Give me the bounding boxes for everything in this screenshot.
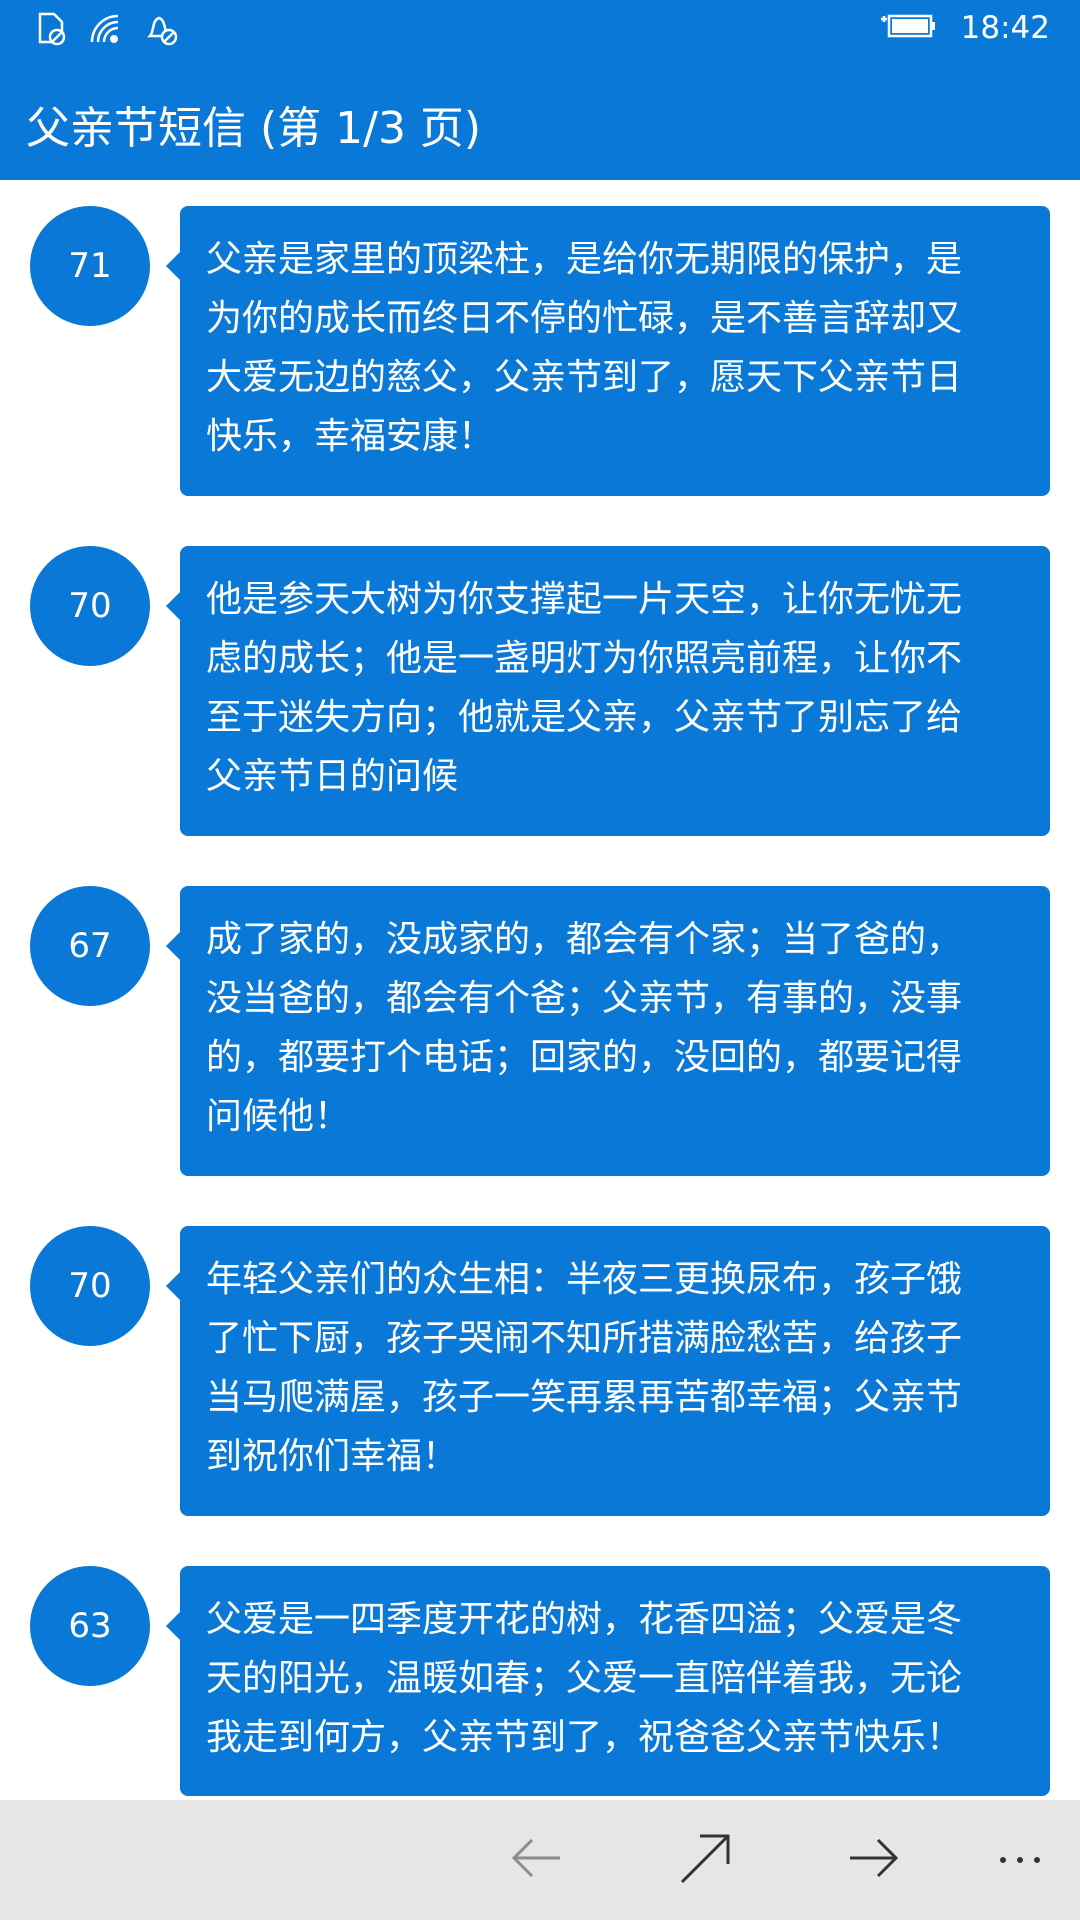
message-list[interactable]: 71 父亲是家里的顶梁柱，是给你无期限的保护，是为你的成长而终日不停的忙碌，是不…	[0, 180, 1080, 1800]
list-item[interactable]: 67 成了家的，没成家的，都会有个家；当了爸的，没当爸的，都会有个爸；父亲节，有…	[0, 860, 1080, 1176]
forward-button[interactable]	[834, 1820, 914, 1900]
message-text: 父亲是家里的顶梁柱，是给你无期限的保护，是为你的成长而终日不停的忙碌，是不善言辞…	[206, 239, 963, 457]
message-text: 他是参天大树为你支撑起一片天空，让你无忧无虑的成长；他是一盏明灯为你照亮前程，让…	[206, 579, 963, 797]
message-bubble[interactable]: 父亲是家里的顶梁柱，是给你无期限的保护，是为你的成长而终日不停的忙碌，是不善言辞…	[166, 206, 1050, 496]
status-time: 18:42	[960, 10, 1050, 46]
forward-arrow-icon	[846, 1830, 902, 1890]
status-icons-right: 18:42	[879, 10, 1050, 46]
list-item[interactable]: 70 年轻父亲们的众生相：半夜三更换尿布，孩子饿了忙下厨，孩子哭闹不知所措满脸愁…	[0, 1200, 1080, 1516]
more-icon	[995, 1848, 1045, 1872]
count-badge: 71	[30, 206, 150, 326]
list-item[interactable]: 71 父亲是家里的顶梁柱，是给你无期限的保护，是为你的成长而终日不停的忙碌，是不…	[0, 180, 1080, 496]
status-icons-left	[36, 12, 180, 50]
app-bar	[0, 1800, 1080, 1920]
message-bubble[interactable]: 他是参天大树为你支撑起一片天空，让你无忧无虑的成长；他是一盏明灯为你照亮前程，让…	[166, 546, 1050, 836]
count-badge: 63	[30, 1566, 150, 1686]
notification-icon	[144, 12, 180, 50]
back-arrow-icon	[508, 1830, 564, 1890]
message-bubble[interactable]: 父爱是一四季度开花的树，花香四溢；父爱是冬天的阳光，温暖如春；父爱一直陪伴着我，…	[166, 1566, 1050, 1796]
list-item[interactable]: 70 他是参天大树为你支撑起一片天空，让你无忧无虑的成长；他是一盏明灯为你照亮前…	[0, 520, 1080, 836]
wifi-icon	[88, 12, 124, 50]
message-text: 年轻父亲们的众生相：半夜三更换尿布，孩子饿了忙下厨，孩子哭闹不知所措满脸愁苦，给…	[206, 1259, 963, 1477]
battery-icon	[879, 11, 937, 45]
count-badge: 70	[30, 1226, 150, 1346]
message-bubble[interactable]: 成了家的，没成家的，都会有个家；当了爸的，没当爸的，都会有个爸；父亲节，有事的，…	[166, 886, 1050, 1176]
share-icon	[678, 1830, 734, 1890]
status-bar: 18:42	[0, 0, 1080, 60]
message-text: 父爱是一四季度开花的树，花香四溢；父爱是冬天的阳光，温暖如春；父爱一直陪伴着我，…	[206, 1599, 963, 1758]
share-button[interactable]	[666, 1820, 746, 1900]
count-badge: 67	[30, 886, 150, 1006]
message-bubble[interactable]: 年轻父亲们的众生相：半夜三更换尿布，孩子饿了忙下厨，孩子哭闹不知所措满脸愁苦，给…	[166, 1226, 1050, 1516]
more-button[interactable]	[980, 1820, 1060, 1900]
message-text: 成了家的，没成家的，都会有个家；当了爸的，没当爸的，都会有个爸；父亲节，有事的，…	[206, 919, 963, 1137]
count-badge: 70	[30, 546, 150, 666]
screen: 18:42 父亲节短信 (第 1/3 页) 71 父亲是家里的顶梁柱，是给你无期…	[0, 0, 1080, 1920]
back-button[interactable]	[496, 1820, 576, 1900]
app-header: 父亲节短信 (第 1/3 页)	[0, 60, 1080, 180]
list-item[interactable]: 63 父爱是一四季度开花的树，花香四溢；父爱是冬天的阳光，温暖如春；父爱一直陪伴…	[0, 1540, 1080, 1800]
sim-icon	[36, 12, 68, 50]
page-title: 父亲节短信 (第 1/3 页)	[26, 103, 482, 154]
